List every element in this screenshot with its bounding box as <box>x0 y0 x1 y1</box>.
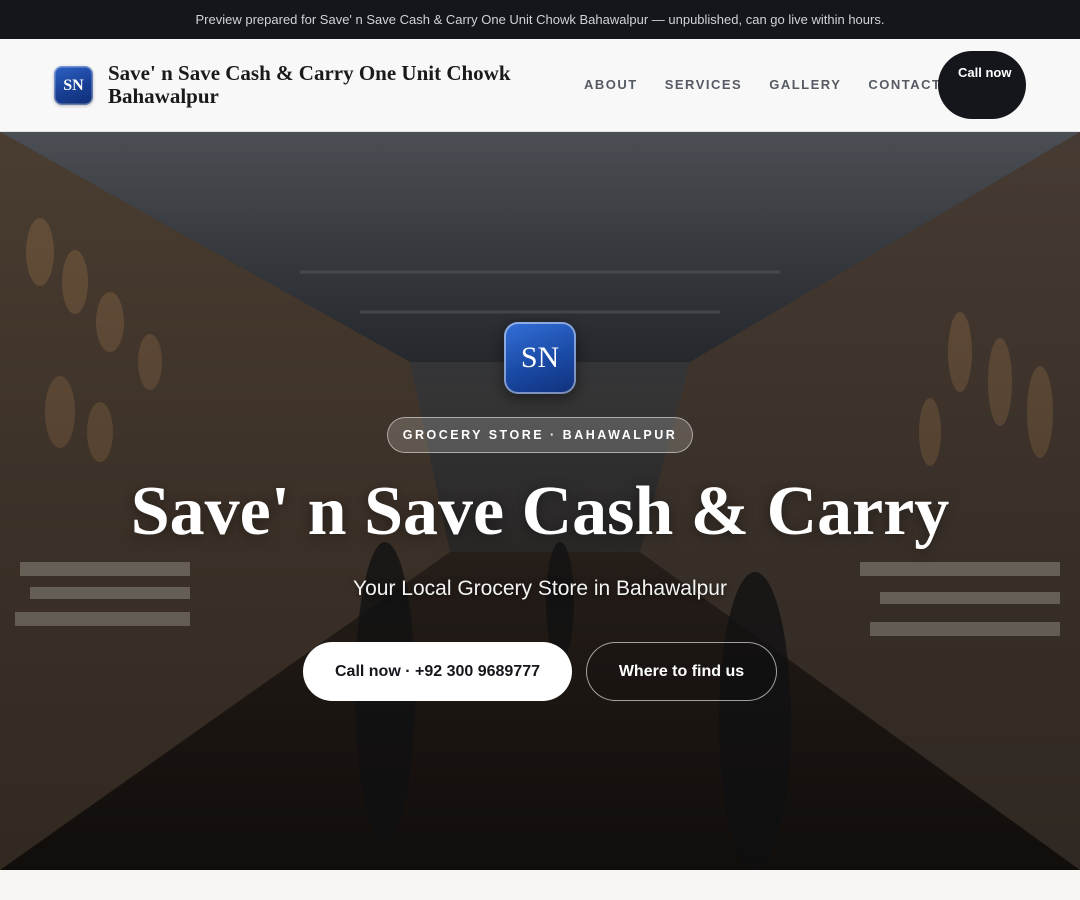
nav-link-contact[interactable]: CONTACT <box>868 77 941 92</box>
preview-notice-text: Preview prepared for Save' n Save Cash &… <box>195 12 885 27</box>
brand-name[interactable]: Save' n Save Cash & Carry One Unit Chowk… <box>108 62 568 108</box>
site-header: SN Save' n Save Cash & Carry One Unit Ch… <box>0 39 1080 132</box>
nav-link-about[interactable]: ABOUT <box>584 77 638 92</box>
hero-section: SN GROCERY STORE · BAHAWALPUR Save' n Sa… <box>0 132 1080 870</box>
next-section-edge <box>0 870 1080 900</box>
nav-link-services[interactable]: SERVICES <box>665 77 743 92</box>
preview-notice-bar: Preview prepared for Save' n Save Cash &… <box>0 0 1080 39</box>
hero-logo-initials: SN <box>520 341 560 374</box>
hero-subtitle: Your Local Grocery Store in Bahawalpur <box>353 577 727 600</box>
where-to-find-us-button[interactable]: Where to find us <box>586 642 777 701</box>
main-nav: ABOUT SERVICES GALLERY CONTACT <box>584 77 941 92</box>
hero-logo-icon: SN <box>504 322 576 394</box>
category-tag: GROCERY STORE · BAHAWALPUR <box>387 417 693 453</box>
call-now-button[interactable]: Call now · +92 300 9689777 <box>303 642 572 701</box>
header-call-button[interactable]: Call now <box>938 51 1026 119</box>
logo-initials: SN <box>63 76 84 94</box>
hero-title: Save' n Save Cash & Carry <box>130 473 950 550</box>
nav-link-gallery[interactable]: GALLERY <box>769 77 841 92</box>
logo-icon[interactable]: SN <box>54 66 93 105</box>
